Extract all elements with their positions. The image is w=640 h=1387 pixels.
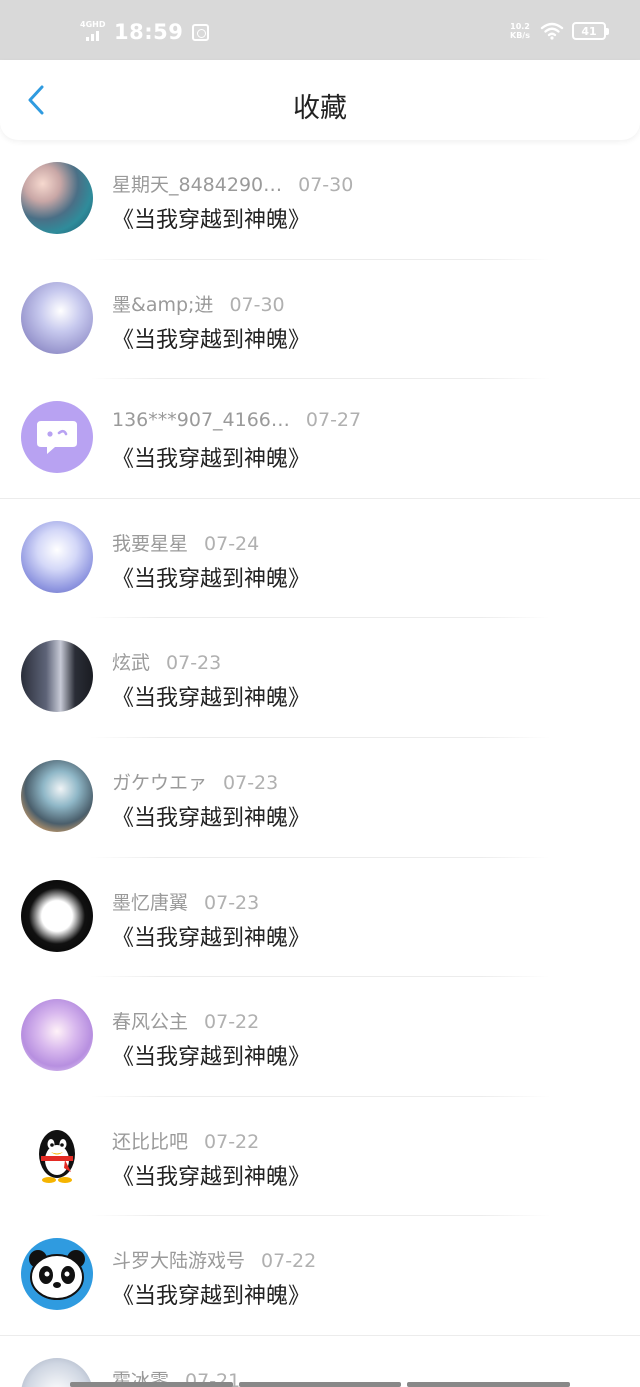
avatar [21,281,93,354]
item-date: 07-30 [229,293,285,316]
user-name: 我要星星 [112,532,189,555]
penguin-icon [39,1129,75,1183]
user-name: 墨忆唐翼 [112,891,189,914]
book-title: 《当我穿越到神魄》 [112,686,311,712]
avatar [21,162,93,234]
user-name: 炫武 [112,652,151,675]
avatar [21,640,93,713]
item-date: 07-23 [204,891,260,914]
book-title: 《当我穿越到神魄》 [112,925,311,951]
user-name: 136***907_4166… [112,409,290,432]
book-title: 《当我穿越到神魄》 [112,208,311,233]
item-date: 07-23 [166,652,222,675]
item-meta: 春风公主 07-22 [112,1007,259,1034]
battery-icon: 41 [572,22,609,40]
avatar [21,401,93,474]
list-item[interactable]: 星期天_8484290… 07-30 《当我穿越到神魄》 [0,140,640,260]
network-type: 4GHD [80,20,106,29]
list-item[interactable]: 136***907_4166… 07-27 《当我穿越到神魄》 [0,379,640,499]
chat-bubble-icon [37,421,77,455]
list-item[interactable]: 墨忆唐翼 07-23 《当我穿越到神魄》 [0,858,640,978]
panda-icon [29,1250,85,1301]
item-date: 07-27 [305,409,362,432]
item-meta: 还比比吧 07-22 [112,1127,259,1154]
status-bar: 4GHD 18:59 10.2 KB/s 41 [0,0,640,60]
network-speed-value: 10.2 [510,22,530,31]
user-name: 墨&amp;进 [112,293,214,316]
list-item[interactable]: 斗罗大陆游戏号 07-22 《当我穿越到神魄》 [0,1216,640,1336]
item-meta: 墨&amp;进 07-30 [112,290,285,317]
item-date: 07-23 [223,771,279,794]
page-title: 收藏 [293,93,347,124]
avatar [21,1118,93,1191]
book-title: 《当我穿越到神魄》 [112,447,311,473]
list-item[interactable]: 还比比吧 07-22 《当我穿越到神魄》 [0,1097,640,1217]
item-date: 07-22 [261,1250,317,1273]
list-item[interactable]: ガケウエァ 07-23 《当我穿越到神魄》 [0,738,640,858]
user-name: ガケウエァ [112,771,208,794]
book-title: 《当我穿越到神魄》 [112,805,311,831]
cellular-signal-icon: 4GHD [80,20,108,44]
user-name: 斗罗大陆游戏号 [112,1250,246,1273]
avatar [21,879,93,952]
list-item[interactable]: 霍冰零 07-21 [0,1336,640,1387]
item-meta: 136***907_4166… 07-27 [112,409,361,431]
network-speed-unit: KB/s [510,31,530,40]
list-item[interactable]: 我要星星 07-24 《当我穿越到神魄》 [0,499,640,619]
list-item[interactable]: 墨&amp;进 07-30 《当我穿越到神魄》 [0,260,640,380]
home-indicator[interactable] [70,1382,571,1387]
list-item[interactable]: 炫武 07-23 《当我穿越到神魄》 [0,618,640,738]
battery-level: 41 [581,24,597,38]
avatar [21,759,93,832]
user-name: 还比比吧 [112,1130,189,1153]
item-date: 07-30 [298,174,354,196]
item-meta: 炫武 07-23 [112,648,221,675]
book-title: 《当我穿越到神魄》 [112,327,311,353]
user-name: 星期天_8484290… [112,174,283,196]
book-title: 《当我穿越到神魄》 [112,1045,311,1071]
book-title: 《当我穿越到神魄》 [112,566,311,592]
network-speed: 10.2 KB/s [508,22,532,40]
notification-app-icon [192,23,210,41]
item-date: 07-24 [204,532,260,555]
list-item[interactable]: 春风公主 07-22 《当我穿越到神魄》 [0,977,640,1097]
nav-bar: 收藏 [0,60,640,140]
item-meta: 墨忆唐翼 07-23 [112,888,259,915]
item-date: 07-22 [204,1130,260,1153]
status-time: 18:59 [114,20,184,44]
avatar [21,1238,93,1311]
item-date: 07-22 [204,1011,260,1034]
item-meta: 斗罗大陆游戏号 07-22 [112,1246,316,1273]
item-meta: ガケウエァ 07-23 [112,768,278,795]
wifi-icon [540,22,564,40]
avatar [21,520,93,593]
book-title: 《当我穿越到神魄》 [112,1284,311,1310]
book-title: 《当我穿越到神魄》 [112,1164,311,1190]
item-meta: 我要星星 07-24 [112,529,259,556]
item-meta: 星期天_8484290… 07-30 [112,170,353,197]
avatar [21,999,93,1072]
favorites-list: 星期天_8484290… 07-30 《当我穿越到神魄》 墨&amp;进 07-30… [0,140,640,1387]
user-name: 春风公主 [112,1011,189,1034]
